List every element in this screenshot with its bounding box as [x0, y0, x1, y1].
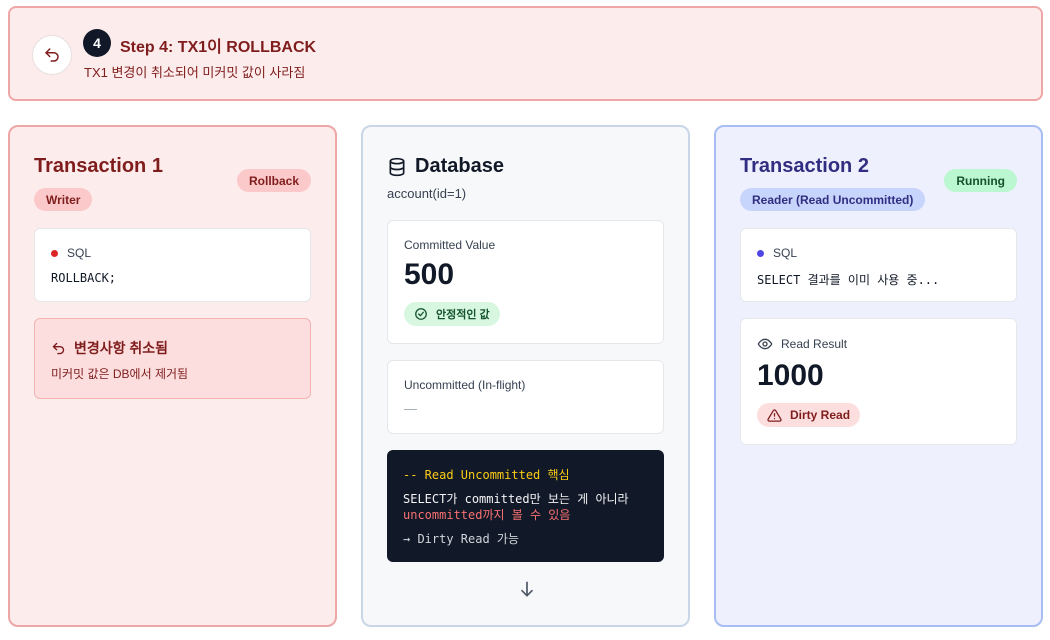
tx1-title: Transaction 1	[34, 155, 163, 177]
read-uncommitted-code-box: -- Read Uncommitted 핵심 SELECT가 committed…	[387, 450, 664, 562]
rollback-notice-title: 변경사항 취소됨	[51, 338, 168, 358]
undo-arrow-icon	[52, 342, 65, 354]
step-number-badge: 4	[83, 29, 111, 57]
eye-icon	[757, 338, 773, 350]
committed-label: Committed Value	[404, 238, 496, 252]
tx1-role-badge: Writer	[34, 188, 93, 211]
tx2-sql-text: SELECT 결과를 이미 사용 중...	[757, 273, 940, 287]
read-result-value: 1000	[757, 359, 824, 392]
tx1-sql-text: ROLLBACK;	[51, 271, 117, 285]
rollback-notice-text: 미커밋 값은 DB에서 제거됨	[51, 367, 189, 381]
stable-value-text: 안정적인 값	[436, 309, 490, 321]
committed-value: 500	[404, 258, 455, 291]
step-subtitle: TX1 변경이 취소되어 미커밋 값이 사라짐	[84, 65, 306, 80]
transaction-2-panel: Transaction 2 Running Reader (Read Uncom…	[714, 125, 1043, 627]
blue-dot-icon	[757, 249, 764, 257]
arrow-down-icon	[521, 581, 533, 597]
undo-back-button[interactable]	[32, 35, 72, 75]
read-result-label: Read Result	[781, 337, 848, 351]
read-result-card: Read Result 1000 Dirty Read	[740, 318, 1017, 445]
step-title: Step 4: TX1이 ROLLBACK	[120, 39, 317, 56]
database-title-text: Database	[415, 155, 504, 177]
tx1-sql-label: SQL	[67, 246, 92, 260]
stable-value-badge: 안정적인 값	[404, 302, 500, 326]
warning-triangle-icon	[767, 408, 782, 422]
tx2-sql-header: SQL	[757, 246, 797, 260]
tx2-status-badge: Running	[944, 169, 1017, 192]
uncommitted-label: Uncommitted (In-flight)	[404, 378, 526, 392]
code-comment: -- Read Uncommitted 핵심	[403, 468, 570, 482]
dirty-read-text: Dirty Read	[790, 408, 851, 422]
database-panel: Database account(id=1) Committed Value 5…	[361, 125, 690, 627]
uncommitted-value-card: Uncommitted (In-flight) —	[387, 360, 664, 434]
tx1-status-badge: Rollback	[236, 169, 311, 192]
tx2-role-badge: Reader (Read Uncommitted)	[740, 188, 926, 211]
rollback-notice: 변경사항 취소됨 미커밋 값은 DB에서 제거됨	[34, 318, 311, 399]
tx2-sql-card: SQL SELECT 결과를 이미 사용 중...	[740, 228, 1017, 302]
red-dot-icon	[51, 249, 58, 257]
check-circle-icon	[415, 308, 427, 320]
tx1-sql-card: SQL ROLLBACK;	[34, 228, 311, 302]
committed-value-card: Committed Value 500 안정적인 값	[387, 220, 664, 344]
uncommitted-value: —	[404, 401, 417, 416]
tx2-sql-label: SQL	[773, 246, 798, 260]
code-line-3: → Dirty Read 가능	[403, 532, 520, 546]
dirty-read-badge: Dirty Read	[757, 403, 861, 427]
code-line-1: SELECT가 committed만 보는 게 아니라	[403, 492, 629, 506]
undo-arrow-icon	[45, 48, 59, 62]
tx1-sql-header: SQL	[51, 246, 91, 260]
rollback-notice-title-text: 변경사항 취소됨	[74, 340, 169, 356]
step-banner: 4 Step 4: TX1이 ROLLBACK TX1 변경이 취소되어 미커밋…	[8, 6, 1043, 101]
database-title: Database	[387, 155, 504, 178]
tx2-title: Transaction 2	[740, 155, 869, 177]
code-line-2: uncommitted까지 볼 수 있음	[403, 508, 571, 522]
transaction-1-panel: Transaction 1 Rollback Writer SQL ROLLBA…	[8, 125, 337, 627]
database-subtitle: account(id=1)	[387, 186, 467, 201]
database-icon	[389, 157, 405, 176]
read-result-header: Read Result	[757, 336, 847, 352]
